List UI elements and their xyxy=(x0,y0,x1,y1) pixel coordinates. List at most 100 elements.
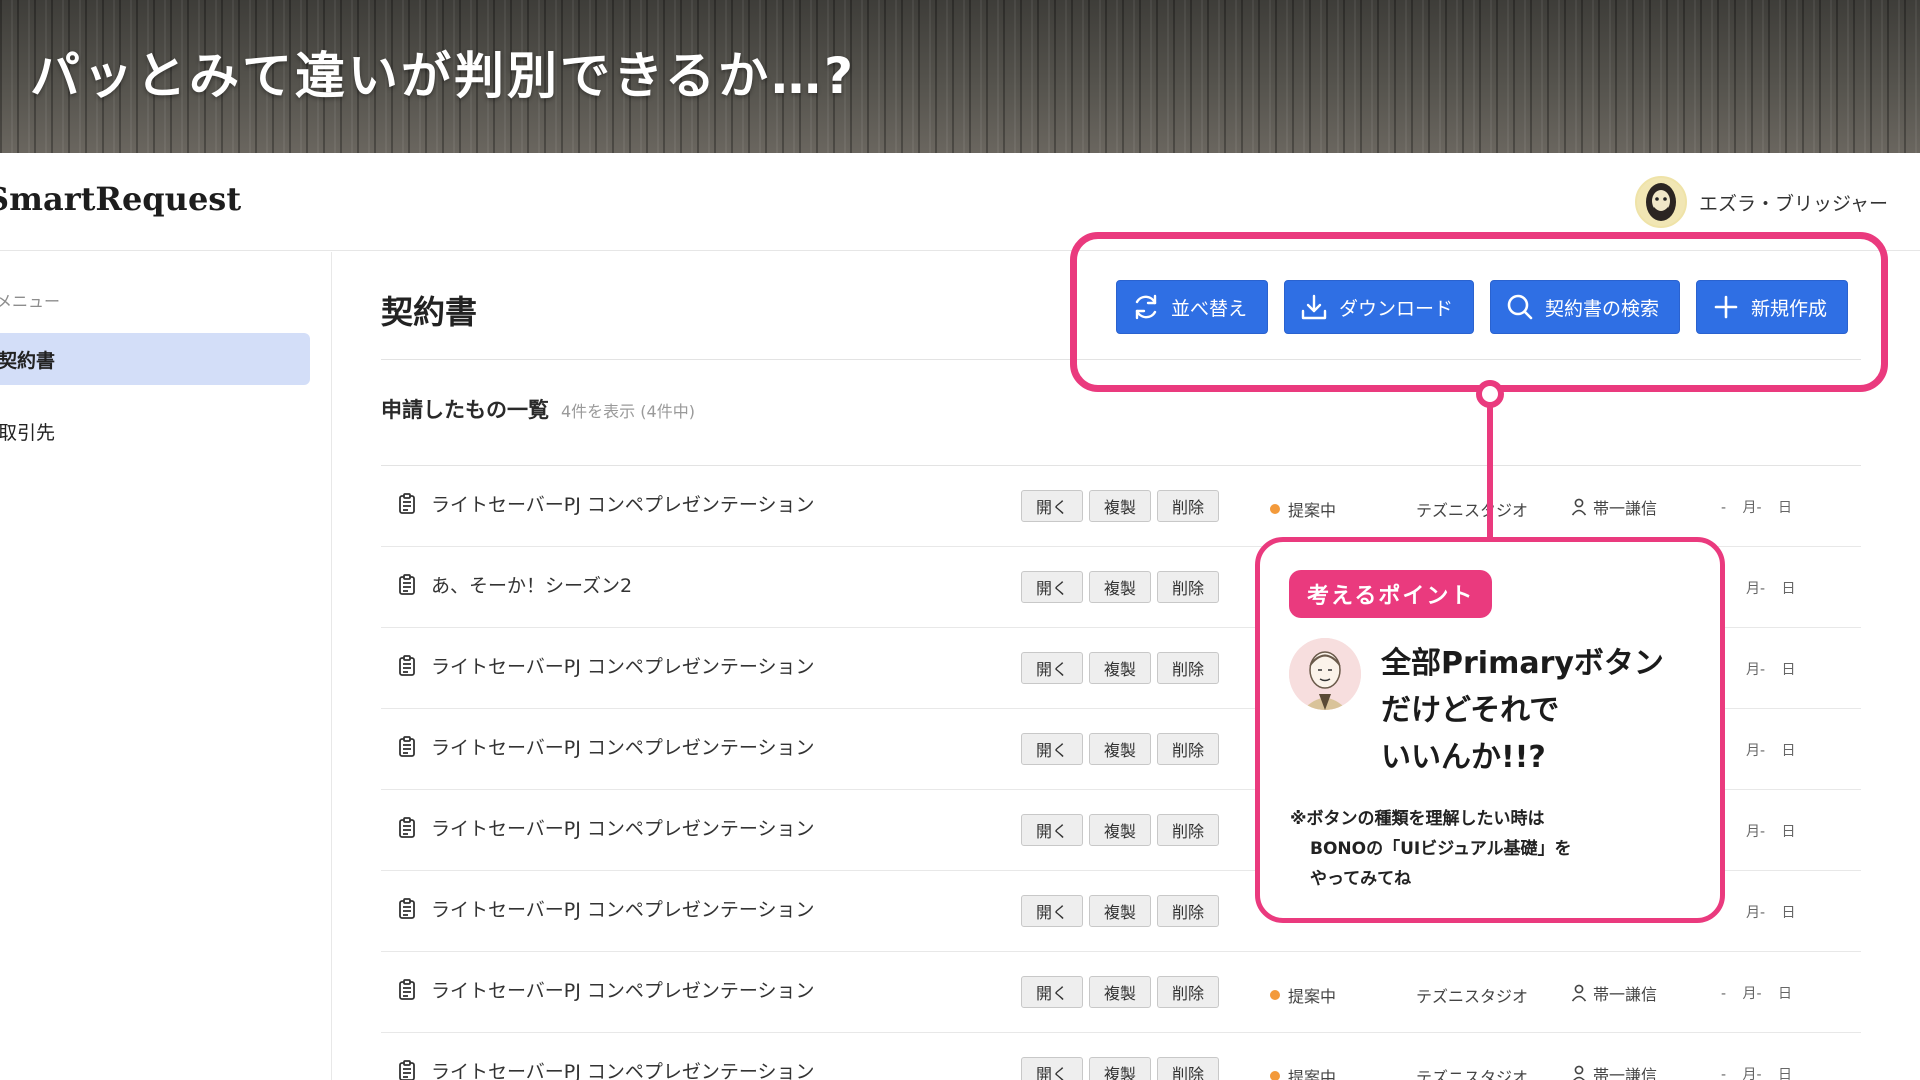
row-actions: 開く 複製 削除 xyxy=(1021,976,1220,1008)
row-title-text: ライトセーバーPJ コンペプレゼンテーション xyxy=(431,737,815,759)
row-title[interactable]: ライトセーバーPJ コンペプレゼンテーション xyxy=(397,895,815,922)
person-icon xyxy=(1571,984,1587,1002)
clipboard-icon xyxy=(399,654,415,676)
avatar[interactable] xyxy=(1634,176,1687,228)
download-icon xyxy=(1301,294,1327,320)
list-heading: 申請したもの一覧 4件を表示 (4件中) xyxy=(381,394,695,424)
delete-button[interactable]: 削除 xyxy=(1157,976,1220,1008)
row-actions: 開く 複製 削除 xyxy=(1021,733,1220,765)
delete-button[interactable]: 削除 xyxy=(1157,571,1220,603)
date: 月- 日 xyxy=(1746,905,1796,921)
person-icon xyxy=(1573,1065,1585,1080)
row-actions: 開く 複製 削除 xyxy=(1021,1057,1220,1080)
open-button[interactable]: 開く xyxy=(1021,490,1084,522)
download-button-label: ダウンロード xyxy=(1339,297,1454,320)
divider xyxy=(381,359,1861,360)
sidebar-heading: メニュー xyxy=(0,292,61,311)
callout-message: 全部Primaryボタン だけどそれで いいんか!!? xyxy=(1381,640,1701,781)
row-title-text: ライトセーバーPJ コンペプレゼンテーション xyxy=(431,494,815,516)
callout-tag: 考えるポイント xyxy=(1289,570,1493,618)
row-actions: 開く 複製 削除 xyxy=(1021,652,1220,684)
delete-button[interactable]: 削除 xyxy=(1157,1057,1220,1080)
copy-button[interactable]: 複製 xyxy=(1089,1057,1152,1080)
callout-message-line: だけどそれで xyxy=(1381,693,1560,728)
delete-button[interactable]: 削除 xyxy=(1157,895,1220,927)
annotation-connector xyxy=(1487,392,1493,540)
sidebar-item-contracts[interactable]: 契約書 xyxy=(0,333,310,385)
status-text: 提案中 xyxy=(1288,1068,1337,1080)
row-title[interactable]: ライトセーバーPJ コンペプレゼンテーション xyxy=(397,490,815,517)
copy-button[interactable]: 複製 xyxy=(1089,814,1152,846)
user-menu[interactable]: エズラ・ブリッジャー xyxy=(1634,175,1888,229)
open-button[interactable]: 開く xyxy=(1021,814,1084,846)
refresh-icon xyxy=(1135,294,1157,320)
user-name: エズラ・ブリッジャー xyxy=(1698,192,1888,215)
copy-button[interactable]: 複製 xyxy=(1089,733,1152,765)
banner: パッとみて違いが判別できるか…? xyxy=(0,0,1920,153)
copy-button[interactable]: 複製 xyxy=(1089,490,1152,522)
open-button[interactable]: 開く xyxy=(1021,976,1084,1008)
row-title[interactable]: ライトセーバーPJ コンペプレゼンテーション xyxy=(397,814,815,841)
delete-button[interactable]: 削除 xyxy=(1157,490,1220,522)
table-row[interactable]: ライトセーバーPJ コンペプレゼンテーション 開く 複製 削除 提案中 テズニス… xyxy=(381,1033,1861,1080)
table-row[interactable]: ライトセーバーPJ コンペプレゼンテーション 開く 複製 削除 提案中 テズニス… xyxy=(381,952,1861,1033)
copy-button[interactable]: 複製 xyxy=(1089,571,1152,603)
annotation-connector-node xyxy=(1476,380,1504,408)
row-title[interactable]: あ、そーか！シーズン2 xyxy=(397,571,632,598)
assignee: 帯一謙信 xyxy=(1571,1062,1657,1080)
list-count: 4件を表示 (4件中) xyxy=(561,402,695,421)
status-badge: 提案中 xyxy=(1270,983,1336,1007)
plus-icon xyxy=(1714,295,1738,319)
status-dot xyxy=(1270,990,1280,1000)
row-title[interactable]: ライトセーバーPJ コンペプレゼンテーション xyxy=(397,1057,815,1080)
assignee-name: 帯一謙信 xyxy=(1593,985,1658,1004)
open-button[interactable]: 開く xyxy=(1021,652,1084,684)
row-title-text: ライトセーバーPJ コンペプレゼンテーション xyxy=(431,656,815,678)
sidebar-item-clients[interactable]: 取引先 xyxy=(0,405,310,457)
copy-button[interactable]: 複製 xyxy=(1089,652,1152,684)
delete-button[interactable]: 削除 xyxy=(1157,814,1220,846)
callout-message-line: 全部Primaryボタン xyxy=(1381,646,1664,681)
app-logo[interactable]: SmartRequest xyxy=(0,180,241,218)
open-button[interactable]: 開く xyxy=(1021,1057,1084,1080)
open-button[interactable]: 開く xyxy=(1021,733,1084,765)
copy-button[interactable]: 複製 xyxy=(1089,976,1152,1008)
assignee-name: 帯一謙信 xyxy=(1593,1066,1658,1080)
status-text: 提案中 xyxy=(1288,987,1337,1006)
app-header: SmartRequest エズラ・ブリッジャー xyxy=(0,153,1920,251)
row-title-text: ライトセーバーPJ コンペプレゼンテーション xyxy=(431,980,815,1002)
clipboard-icon xyxy=(399,735,415,757)
row-actions: 開く 複製 削除 xyxy=(1021,490,1220,522)
copy-button[interactable]: 複製 xyxy=(1089,895,1152,927)
date: 月- 日 xyxy=(1746,824,1796,840)
row-title[interactable]: ライトセーバーPJ コンペプレゼンテーション xyxy=(397,652,815,679)
list-title: 申請したもの一覧 xyxy=(381,398,549,422)
row-title[interactable]: ライトセーバーPJ コンペプレゼンテーション xyxy=(397,733,815,760)
open-button[interactable]: 開く xyxy=(1021,895,1084,927)
callout-note-line: やってみてね xyxy=(1310,869,1412,889)
assignee: 帯一謙信 xyxy=(1571,981,1657,1005)
create-new-button-label: 新規作成 xyxy=(1751,297,1828,320)
annotation-callout: 考えるポイント 全部Primaryボタン だけどそれで いいんか!!? ※ボタン… xyxy=(1255,537,1725,923)
row-title[interactable]: ライトセーバーPJ コンペプレゼンテーション xyxy=(397,976,815,1003)
sort-button[interactable]: 並べ替え xyxy=(1116,280,1269,334)
assignee-name: 帯一謙信 xyxy=(1593,499,1658,518)
table-row[interactable]: ライトセーバーPJ コンペプレゼンテーション 開く 複製 削除 提案中 テズニス… xyxy=(381,466,1861,547)
download-button[interactable]: ダウンロード xyxy=(1284,280,1475,334)
assignee: 帯一謙信 xyxy=(1571,495,1657,519)
clipboard-icon xyxy=(399,573,415,595)
status-dot xyxy=(1270,504,1280,514)
company-name: テズニスタジオ xyxy=(1416,501,1529,520)
open-button[interactable]: 開く xyxy=(1021,571,1084,603)
date: 月- 日 xyxy=(1746,662,1796,678)
date: 月- 日 xyxy=(1746,581,1796,597)
create-new-button[interactable]: 新規作成 xyxy=(1696,280,1849,334)
page-title: 契約書 xyxy=(381,293,478,331)
search-contracts-button[interactable]: 契約書の検索 xyxy=(1490,280,1681,334)
delete-button[interactable]: 削除 xyxy=(1157,652,1220,684)
person-icon xyxy=(1571,498,1587,516)
delete-button[interactable]: 削除 xyxy=(1157,733,1220,765)
sort-button-label: 並べ替え xyxy=(1171,297,1248,320)
search-icon xyxy=(1507,294,1533,320)
clipboard-icon xyxy=(399,816,415,838)
